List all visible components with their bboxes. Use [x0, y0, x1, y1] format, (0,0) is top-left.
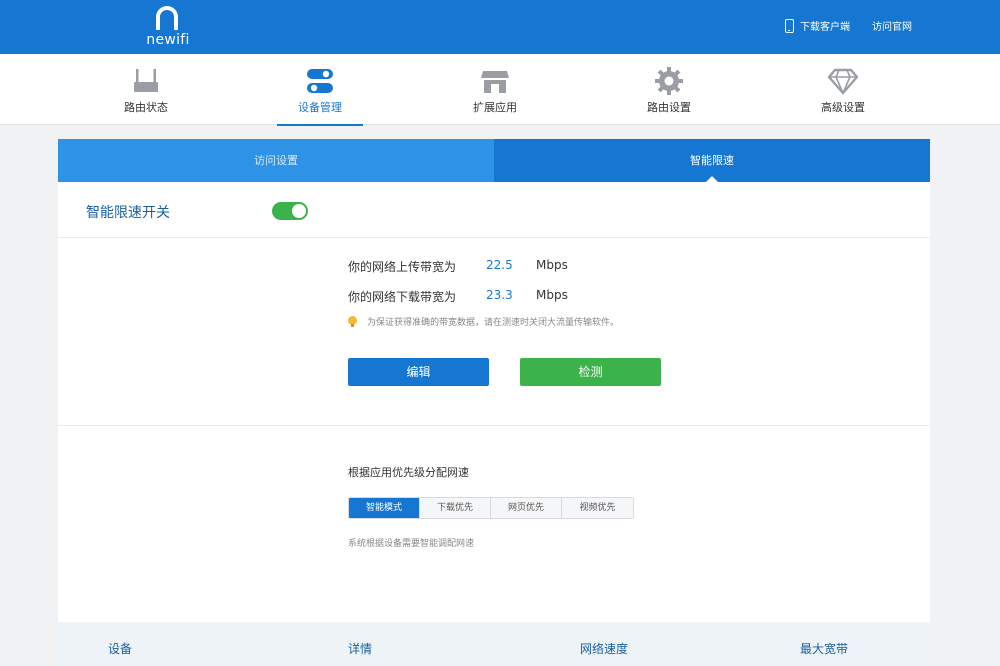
priority-option-web[interactable]: 网页优先: [491, 498, 562, 518]
priority-option-smart[interactable]: 智能模式: [349, 498, 420, 518]
nav-label: 高级设置: [821, 101, 865, 114]
nav-label: 路由状态: [124, 101, 168, 114]
smart-limit-switch-row: 智能限速开关: [58, 182, 930, 238]
download-bandwidth-value: 23.3: [486, 288, 513, 302]
priority-option-video[interactable]: 视频优先: [562, 498, 633, 518]
download-client-label: 下载客户端: [800, 22, 850, 33]
priority-hint: 系统根据设备需要智能调配网速: [348, 539, 475, 549]
nav-item-router-settings[interactable]: 路由设置: [626, 54, 712, 125]
logo-mark-icon: [156, 6, 178, 30]
download-bandwidth-label: 你的网络下载带宽为: [348, 290, 457, 304]
section-divider: [58, 425, 930, 426]
toggle-knob: [292, 204, 306, 218]
diamond-icon: [828, 68, 858, 95]
edit-button[interactable]: 编辑: [348, 358, 489, 386]
top-bar: newifi 下载客户端 访问官网: [0, 0, 1000, 54]
column-header-max-bandwidth: 最大宽带: [800, 642, 849, 656]
upload-bandwidth-label: 你的网络上传带宽为: [348, 260, 457, 274]
tab-smart-speed-limit[interactable]: 智能限速: [494, 139, 930, 182]
bandwidth-tip-text: 为保证获得准确的带宽数据，请在测速时关闭大流量传输软件。: [367, 318, 620, 328]
nav-item-advanced-settings[interactable]: 高级设置: [800, 54, 886, 125]
visit-site-link[interactable]: 访问官网: [872, 18, 912, 33]
nav-item-extensions[interactable]: 扩展应用: [452, 54, 538, 125]
smart-limit-panel: 访问设置 智能限速 智能限速开关 你的网络上传带宽为 22.5 Mbps 你的网…: [58, 139, 930, 666]
nav-label: 扩展应用: [473, 101, 517, 114]
smart-limit-switch-label: 智能限速开关: [86, 205, 170, 221]
download-bandwidth-unit: Mbps: [536, 288, 568, 302]
column-header-network-speed: 网络速度: [580, 642, 629, 656]
smart-limit-toggle[interactable]: [272, 202, 308, 220]
download-client-link[interactable]: 下载客户端: [785, 18, 850, 33]
priority-option-download[interactable]: 下载优先: [420, 498, 491, 518]
upload-bandwidth-unit: Mbps: [536, 258, 568, 272]
nav-label: 路由设置: [647, 101, 691, 114]
column-header-details: 详情: [348, 642, 373, 656]
gear-icon: [655, 67, 683, 95]
panel-tabs: 访问设置 智能限速: [58, 139, 930, 182]
priority-mode-selector: 智能模式 下载优先 网页优先 视频优先: [348, 497, 634, 519]
nav-label: 设备管理: [298, 101, 342, 114]
column-header-device: 设备: [108, 642, 133, 656]
tab-access-settings[interactable]: 访问设置: [58, 139, 494, 182]
priority-title: 根据应用优先级分配网速: [348, 466, 469, 479]
nav-item-device-management[interactable]: 设备管理: [277, 54, 363, 126]
phone-icon: [785, 18, 794, 33]
router-icon: [134, 69, 158, 92]
nav-item-router-status[interactable]: 路由状态: [103, 54, 189, 125]
detect-button[interactable]: 检测: [520, 358, 661, 386]
logo-text: newifi: [146, 32, 190, 48]
newifi-logo[interactable]: newifi: [140, 4, 196, 50]
device-table-header: 设备 详情 网络速度 最大宽带: [58, 622, 930, 666]
toggles-icon: [307, 69, 333, 93]
upload-bandwidth-value: 22.5: [486, 258, 513, 272]
main-nav: 路由状态 设备管理 扩展应用 路由设置 高级设置: [0, 54, 1000, 126]
top-links: 下载客户端 访问官网: [785, 18, 912, 33]
store-icon: [481, 71, 509, 93]
bandwidth-tip: 为保证获得准确的带宽数据，请在测速时关闭大流量传输软件。: [348, 315, 619, 328]
lightbulb-icon: [348, 316, 357, 327]
